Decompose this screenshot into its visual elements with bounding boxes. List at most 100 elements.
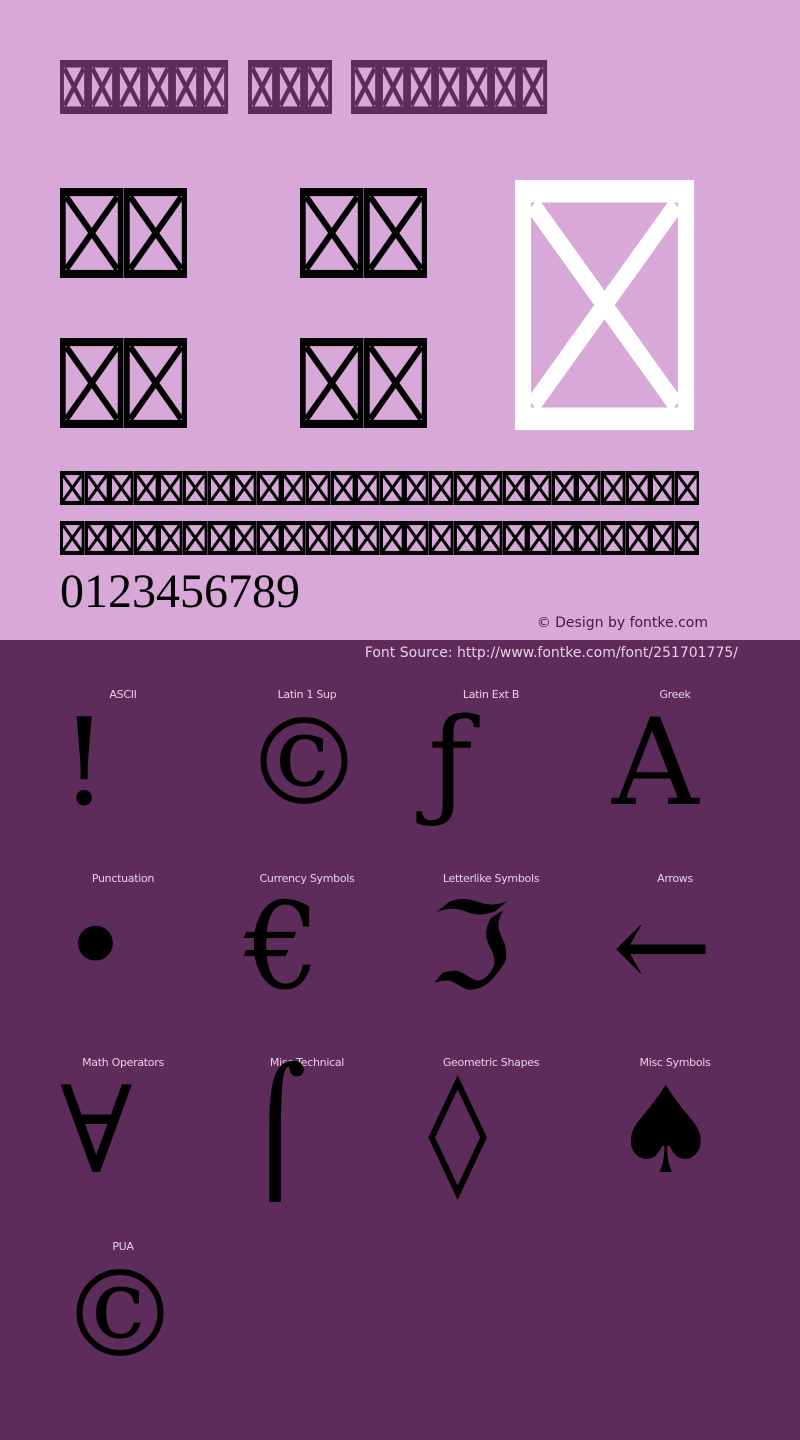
missing-glyph-box-icon bbox=[527, 471, 552, 505]
missing-glyph-box-icon bbox=[256, 471, 282, 505]
sample-glyph-pair bbox=[300, 338, 427, 428]
missing-glyph-box-icon bbox=[404, 471, 429, 505]
design-credit: © Design by fontke.com bbox=[536, 615, 708, 631]
sample-glyph: ƒ bbox=[428, 694, 473, 833]
missing-glyph-box-icon bbox=[428, 521, 454, 555]
missing-glyph-box-icon bbox=[478, 471, 503, 505]
missing-glyph-box-icon bbox=[60, 338, 124, 428]
missing-glyph-box-icon bbox=[300, 338, 364, 428]
sample-glyph-pair bbox=[60, 338, 187, 428]
unicode-block-cell: Misc Technical ⌠ bbox=[215, 1048, 399, 1232]
missing-glyph-box-icon bbox=[182, 521, 208, 555]
large-missing-glyph-icon bbox=[515, 180, 694, 430]
missing-glyph-box-icon bbox=[123, 338, 187, 428]
title-word bbox=[60, 60, 229, 114]
missing-glyph-box-icon bbox=[60, 471, 85, 505]
missing-glyph-box-icon bbox=[256, 521, 282, 555]
missing-glyph-box-icon bbox=[478, 521, 503, 555]
missing-glyph-box-icon bbox=[453, 471, 479, 505]
missing-glyph-box-icon bbox=[355, 471, 380, 505]
sample-glyph: € bbox=[244, 878, 321, 1017]
unicode-block-label: Misc Technical bbox=[269, 1056, 345, 1069]
unicode-block-cell: PUA © bbox=[31, 1232, 215, 1416]
sample-glyph: ◊ bbox=[428, 1062, 488, 1201]
missing-glyph-box-icon bbox=[527, 521, 552, 555]
unicode-block-cell: Arrows ← bbox=[583, 864, 767, 1048]
sample-glyph: ∀ bbox=[60, 1062, 133, 1201]
missing-glyph-box-icon bbox=[601, 471, 626, 505]
missing-glyph-box-icon bbox=[207, 521, 233, 555]
missing-glyph-box-icon bbox=[601, 521, 626, 555]
missing-glyph-box-icon bbox=[674, 471, 700, 505]
missing-glyph-box-icon bbox=[84, 521, 110, 555]
missing-glyph-box-icon bbox=[60, 521, 85, 555]
missing-glyph-box-icon bbox=[350, 60, 379, 114]
missing-glyph-box-icon bbox=[379, 471, 405, 505]
missing-glyph-box-icon bbox=[453, 521, 479, 555]
missing-glyph-box-icon bbox=[407, 60, 436, 114]
missing-glyph-box-icon bbox=[158, 521, 183, 555]
missing-glyph-box-icon bbox=[502, 521, 528, 555]
missing-glyph-box-icon bbox=[551, 471, 577, 505]
unicode-block-cell: Currency Symbols € bbox=[215, 864, 399, 1048]
missing-glyph-box-icon bbox=[247, 60, 276, 114]
sample-glyph: Α bbox=[612, 694, 699, 833]
unicode-block-cell: Math Operators ∀ bbox=[31, 1048, 215, 1232]
missing-glyph-box-icon bbox=[625, 521, 651, 555]
unicode-block-cell: Greek Α bbox=[583, 680, 767, 864]
unicode-block-label: ASCII bbox=[109, 688, 137, 701]
digits-sample: 0123456789 bbox=[60, 565, 300, 618]
missing-glyph-box-icon bbox=[404, 521, 429, 555]
missing-glyph-box-icon bbox=[330, 521, 356, 555]
missing-glyph-box-icon bbox=[650, 521, 675, 555]
missing-glyph-box-icon bbox=[463, 60, 492, 114]
font-name-title bbox=[60, 60, 567, 114]
sample-glyph: © bbox=[244, 694, 364, 833]
unicode-block-cell: Punctuation • bbox=[31, 864, 215, 1048]
missing-glyph-box-icon bbox=[281, 471, 306, 505]
unicode-block-cell: ASCII! bbox=[31, 680, 215, 864]
missing-glyph-box-icon bbox=[133, 521, 159, 555]
missing-glyph-box-icon bbox=[363, 338, 427, 428]
missing-glyph-box-icon bbox=[182, 471, 208, 505]
missing-glyph-box-icon bbox=[158, 471, 183, 505]
title-word bbox=[350, 60, 548, 114]
font-source-link[interactable]: Font Source: http://www.fontke.com/font/… bbox=[365, 645, 738, 661]
uppercase-alphabet-sample bbox=[60, 471, 700, 505]
missing-glyph-box-icon bbox=[232, 521, 257, 555]
missing-glyph-box-icon bbox=[172, 60, 201, 114]
sample-glyph: ♠ bbox=[612, 1062, 720, 1201]
unicode-block-cell: Latin Ext Bƒ bbox=[399, 680, 583, 864]
font-preview-panel: 0123456789 © Design by fontke.com bbox=[0, 0, 800, 640]
missing-glyph-box-icon bbox=[109, 471, 134, 505]
missing-glyph-box-icon bbox=[200, 60, 229, 114]
missing-glyph-box-icon bbox=[123, 188, 187, 278]
missing-glyph-box-icon bbox=[502, 471, 528, 505]
sample-glyph-pair bbox=[300, 188, 427, 278]
missing-glyph-box-icon bbox=[355, 521, 380, 555]
missing-glyph-box-icon bbox=[330, 471, 356, 505]
missing-glyph-box-icon bbox=[435, 60, 464, 114]
missing-glyph-box-icon bbox=[60, 188, 124, 278]
unicode-block-cell: Latin 1 Sup © bbox=[215, 680, 399, 864]
missing-glyph-box-icon bbox=[109, 521, 134, 555]
missing-glyph-box-icon bbox=[144, 60, 173, 114]
sample-glyph: ⌠ bbox=[244, 1062, 307, 1201]
missing-glyph-box-icon bbox=[625, 471, 651, 505]
unicode-block-cell: Geometric Shapes ◊ bbox=[399, 1048, 583, 1232]
sample-glyph-pair bbox=[60, 188, 187, 278]
missing-glyph-box-icon bbox=[305, 521, 331, 555]
sample-glyph: • bbox=[60, 878, 131, 1017]
missing-glyph-box-icon bbox=[305, 471, 331, 505]
lowercase-alphabet-sample bbox=[60, 521, 700, 555]
missing-glyph-box-icon bbox=[88, 60, 117, 114]
missing-glyph-box-icon bbox=[300, 188, 364, 278]
missing-glyph-box-icon bbox=[519, 60, 548, 114]
missing-glyph-box-icon bbox=[275, 60, 304, 114]
missing-glyph-box-icon bbox=[379, 521, 405, 555]
missing-glyph-box-icon bbox=[576, 471, 602, 505]
unicode-block-label: Geometric Shapes bbox=[442, 1056, 540, 1069]
missing-glyph-box-icon bbox=[491, 60, 520, 114]
missing-glyph-box-icon bbox=[674, 521, 700, 555]
sample-glyph: ← bbox=[612, 878, 713, 1017]
